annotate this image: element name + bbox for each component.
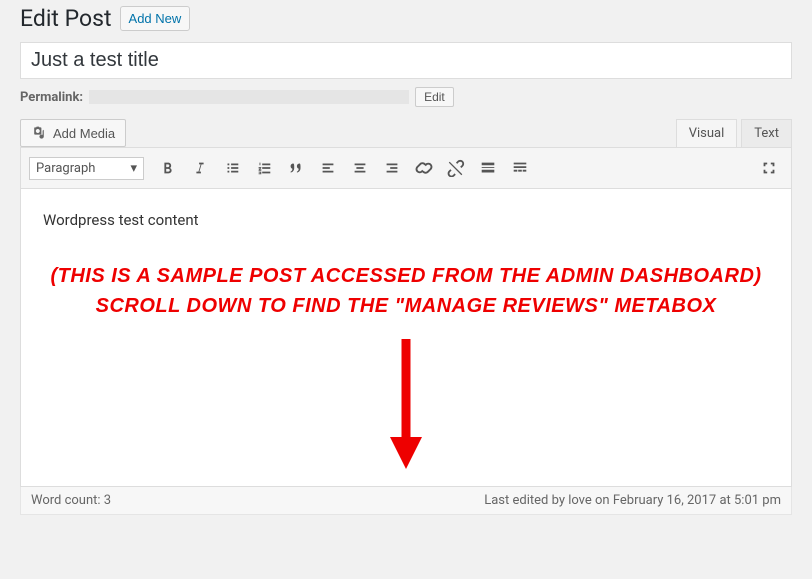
last-edited: Last edited by love on February 16, 2017… [484,493,781,508]
editor-toolbar: Paragraph ▾ [20,147,792,189]
readmore-button[interactable] [474,154,502,182]
bold-button[interactable] [154,154,182,182]
editor-content-area[interactable]: Wordpress test content (This is a sample… [20,189,792,487]
align-left-button[interactable] [314,154,342,182]
tab-text[interactable]: Text [741,119,792,147]
toolbar-toggle-button[interactable] [506,154,534,182]
distraction-free-button[interactable] [755,154,783,182]
permalink-value [89,90,409,104]
chevron-down-icon: ▾ [130,161,137,176]
align-right-button[interactable] [378,154,406,182]
annotation-overlay: (This is a sample post accessed from the… [43,261,769,321]
permalink-edit-button[interactable]: Edit [415,87,454,107]
arrow-down-icon [386,339,426,469]
format-select[interactable]: Paragraph ▾ [29,157,144,180]
permalink-label: Permalink: [20,90,83,105]
add-media-button[interactable]: Add Media [20,119,126,147]
annotation-line1: (This is a sample post accessed from the… [43,261,769,291]
blockquote-button[interactable] [282,154,310,182]
bullet-list-button[interactable] [218,154,246,182]
align-center-button[interactable] [346,154,374,182]
annotation-line2: Scroll down to find the "Manage Reviews"… [43,291,769,321]
italic-button[interactable] [186,154,214,182]
post-title-input[interactable] [20,42,792,79]
format-select-label: Paragraph [36,161,95,176]
numbered-list-button[interactable] [250,154,278,182]
camera-music-icon [31,125,47,141]
unlink-button[interactable] [442,154,470,182]
page-title: Edit Post [20,5,112,32]
add-new-button[interactable]: Add New [120,6,191,31]
status-bar: Word count: 3 Last edited by love on Feb… [20,487,792,515]
link-button[interactable] [410,154,438,182]
word-count: Word count: 3 [31,493,111,508]
permalink-row: Permalink: Edit [20,87,792,107]
tab-visual[interactable]: Visual [676,119,738,147]
add-media-label: Add Media [53,126,115,141]
post-content-text: Wordpress test content [43,211,769,229]
